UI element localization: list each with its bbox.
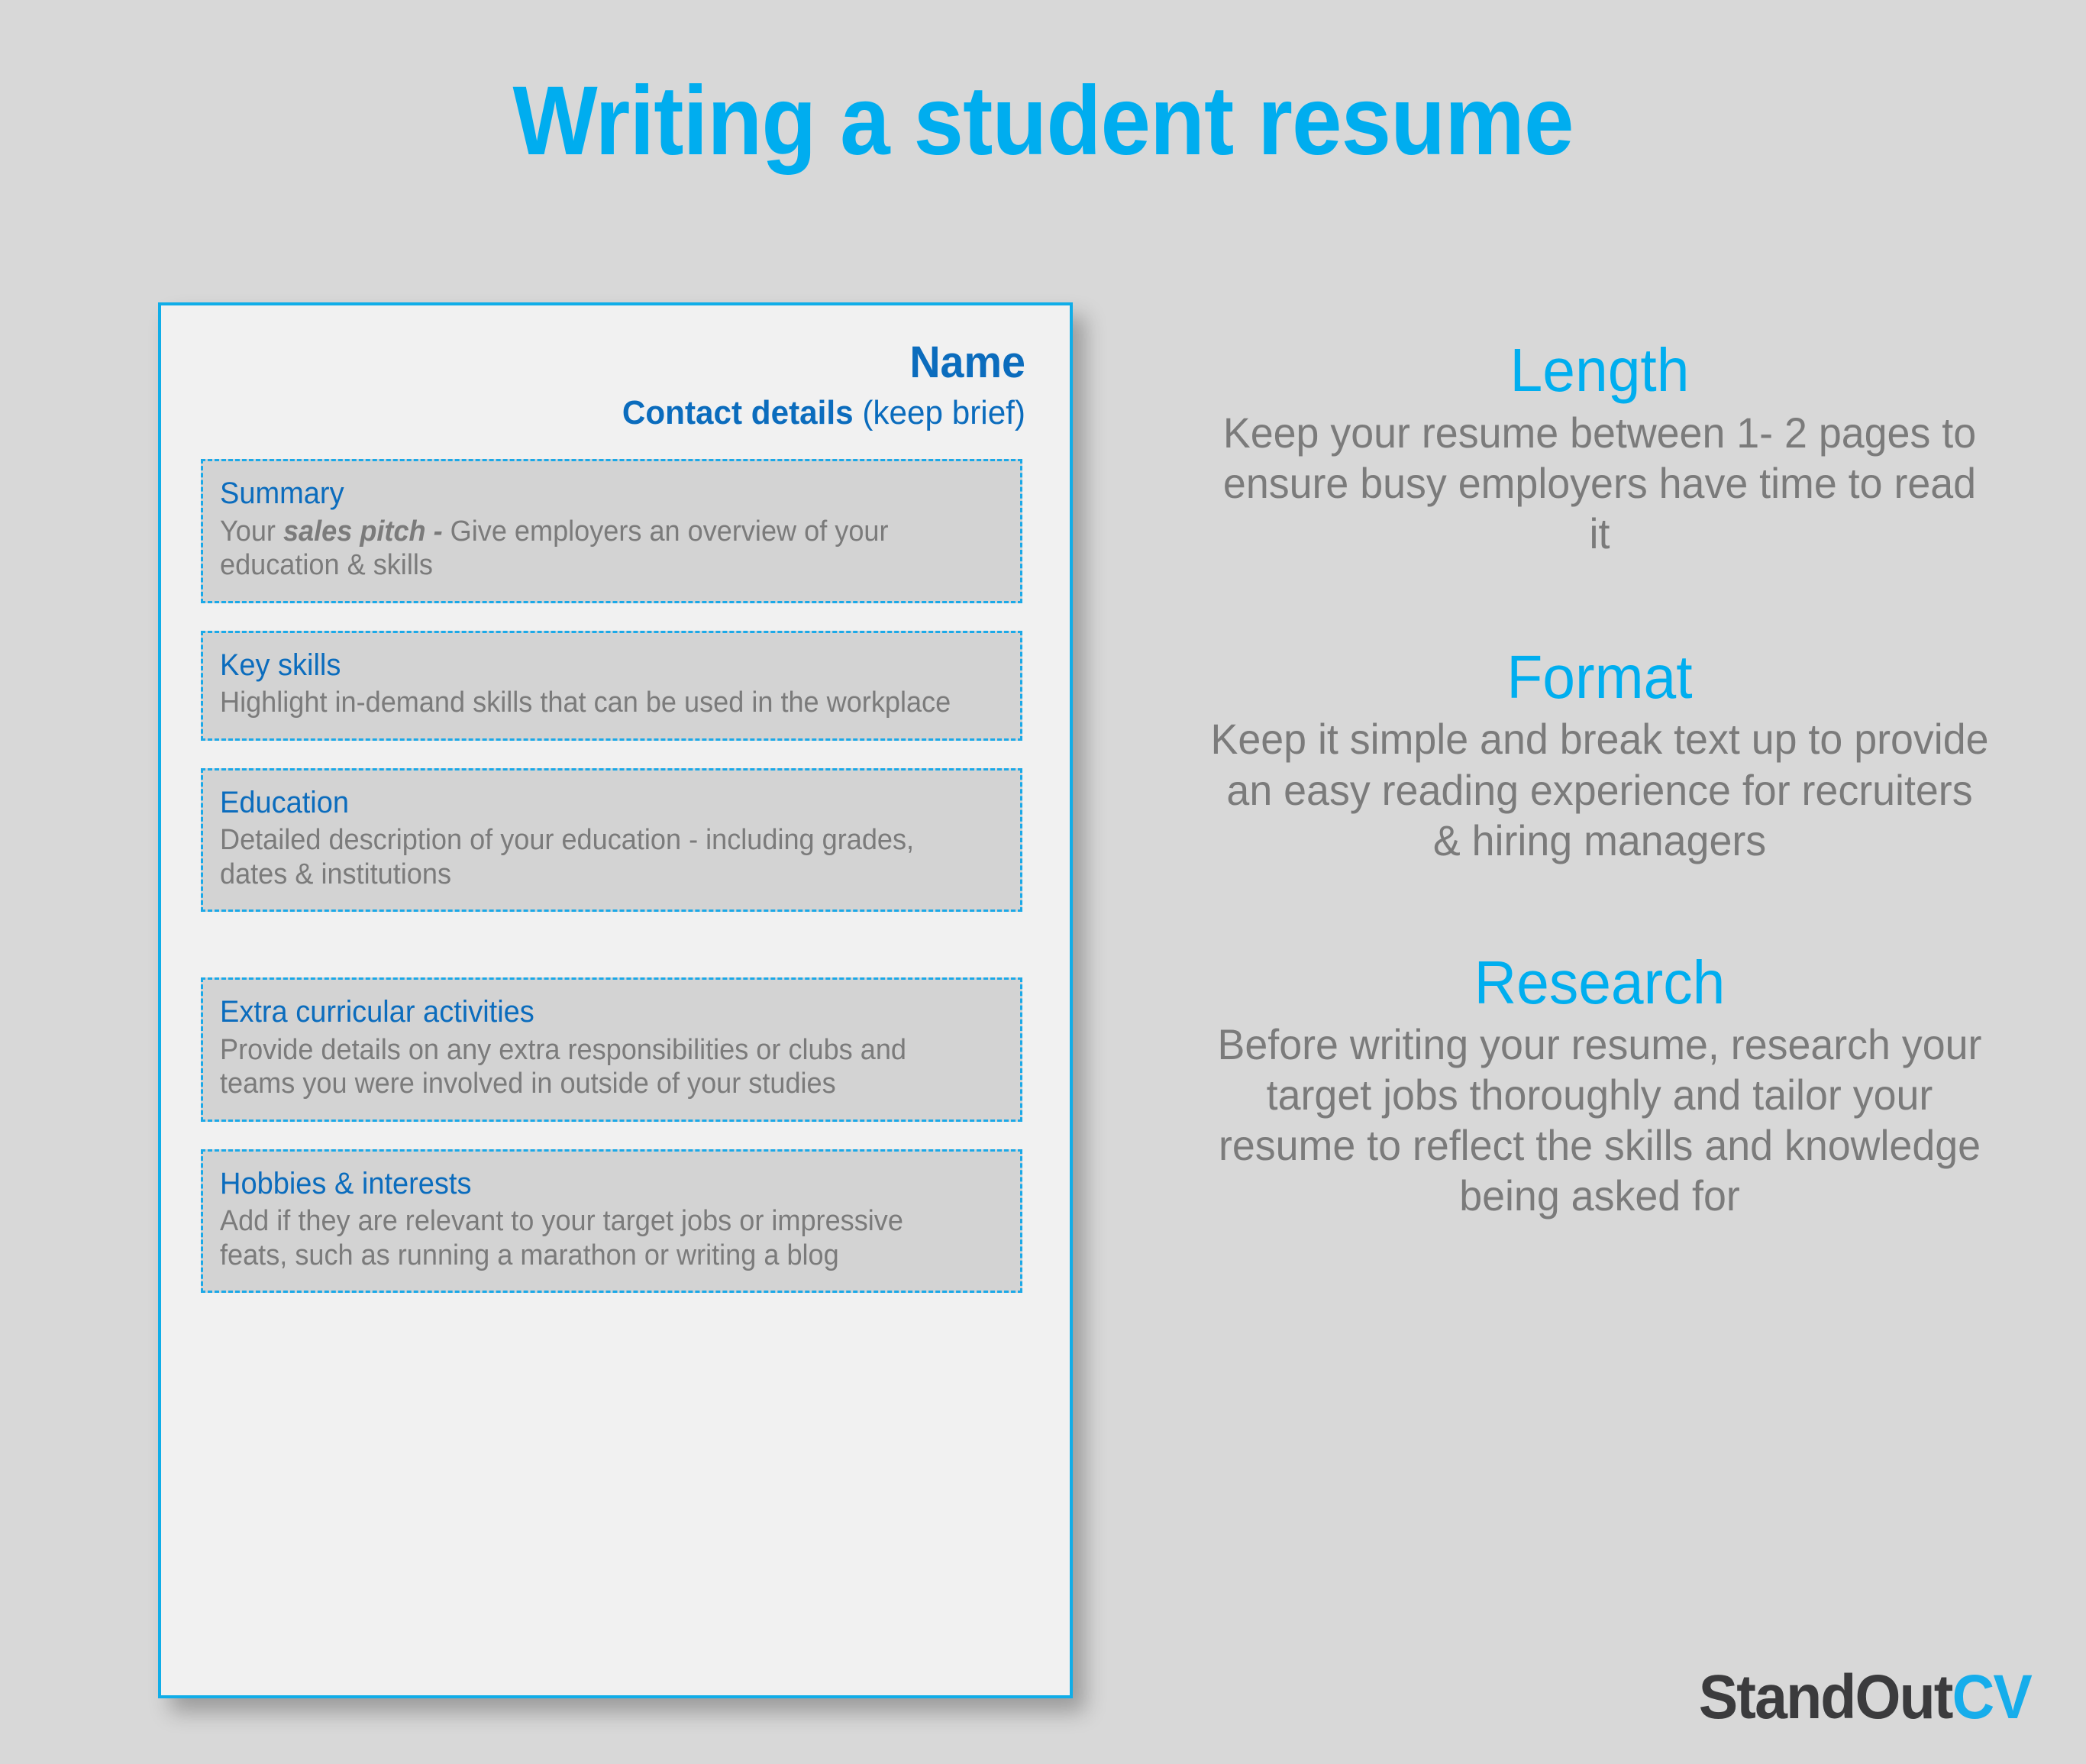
summary-text-emphasis: sales pitch - bbox=[283, 515, 443, 548]
tip-format: Format Keep it simple and break text up … bbox=[1191, 643, 2008, 866]
section-title-hobbies: Hobbies & interests bbox=[220, 1166, 472, 1200]
section-body-key-skills: Highlight in-demand skills that can be u… bbox=[220, 687, 951, 719]
summary-text-before: Your bbox=[220, 515, 283, 548]
page-title: Writing a student resume bbox=[512, 66, 1574, 176]
section-title-key-skills: Key skills bbox=[220, 648, 341, 682]
logo-text-cv: CV bbox=[1952, 1662, 2033, 1732]
resume-example-card: Name Contact details (keep brief) Summar… bbox=[158, 302, 1073, 1698]
resume-name: Name bbox=[909, 338, 1025, 387]
section-body-extra-curricular: Provide details on any extra responsibil… bbox=[220, 1033, 906, 1100]
section-body-hobbies: Add if they are relevant to your target … bbox=[220, 1205, 903, 1271]
tip-research: Research Before writing your resume, res… bbox=[1191, 948, 2008, 1222]
tip-heading-research: Research bbox=[1474, 948, 1726, 1016]
section-title-extra-curricular: Extra curricular activities bbox=[220, 995, 534, 1029]
tip-heading-format: Format bbox=[1506, 642, 1693, 711]
logo-text-standout: StandOut bbox=[1698, 1662, 1954, 1732]
resume-section-extra-curricular: Extra curricular activities Provide deta… bbox=[201, 977, 1022, 1122]
resume-section-education: Education Detailed description of your e… bbox=[201, 767, 1022, 913]
resume-header: Name Contact details (keep brief) bbox=[161, 305, 1070, 431]
section-title-summary: Summary bbox=[220, 477, 344, 511]
resume-section-hobbies: Hobbies & interests Add if they are rele… bbox=[201, 1149, 1022, 1294]
section-body-education: Detailed description of your education -… bbox=[220, 824, 915, 890]
standout-cv-logo: StandOutCV bbox=[1699, 1666, 2033, 1729]
tip-heading-length: Length bbox=[1510, 336, 1690, 404]
tip-length: Length Keep your resume between 1- 2 pag… bbox=[1191, 336, 2008, 559]
tip-text-format: Keep it simple and break text up to prov… bbox=[1210, 715, 1989, 864]
resume-contact-note: (keep brief) bbox=[862, 393, 1025, 431]
tip-text-research: Before writing your resume, research you… bbox=[1217, 1020, 1982, 1220]
section-title-education: Education bbox=[220, 785, 350, 819]
tip-text-length: Keep your resume between 1- 2 pages to e… bbox=[1222, 408, 1977, 557]
resume-section-summary: Summary Your sales pitch - Give employer… bbox=[201, 459, 1022, 603]
resume-contact-details: Contact details (keep brief) bbox=[195, 393, 1025, 431]
resume-contact-label: Contact details bbox=[622, 393, 854, 431]
section-body-summary: Your sales pitch - Give employers an ove… bbox=[220, 515, 964, 583]
resume-section-key-skills: Key skills Highlight in-demand skills th… bbox=[201, 630, 1022, 741]
tips-column: Length Keep your resume between 1- 2 pag… bbox=[1191, 336, 2008, 1222]
resume-sections: Summary Your sales pitch - Give employer… bbox=[161, 459, 1070, 1294]
